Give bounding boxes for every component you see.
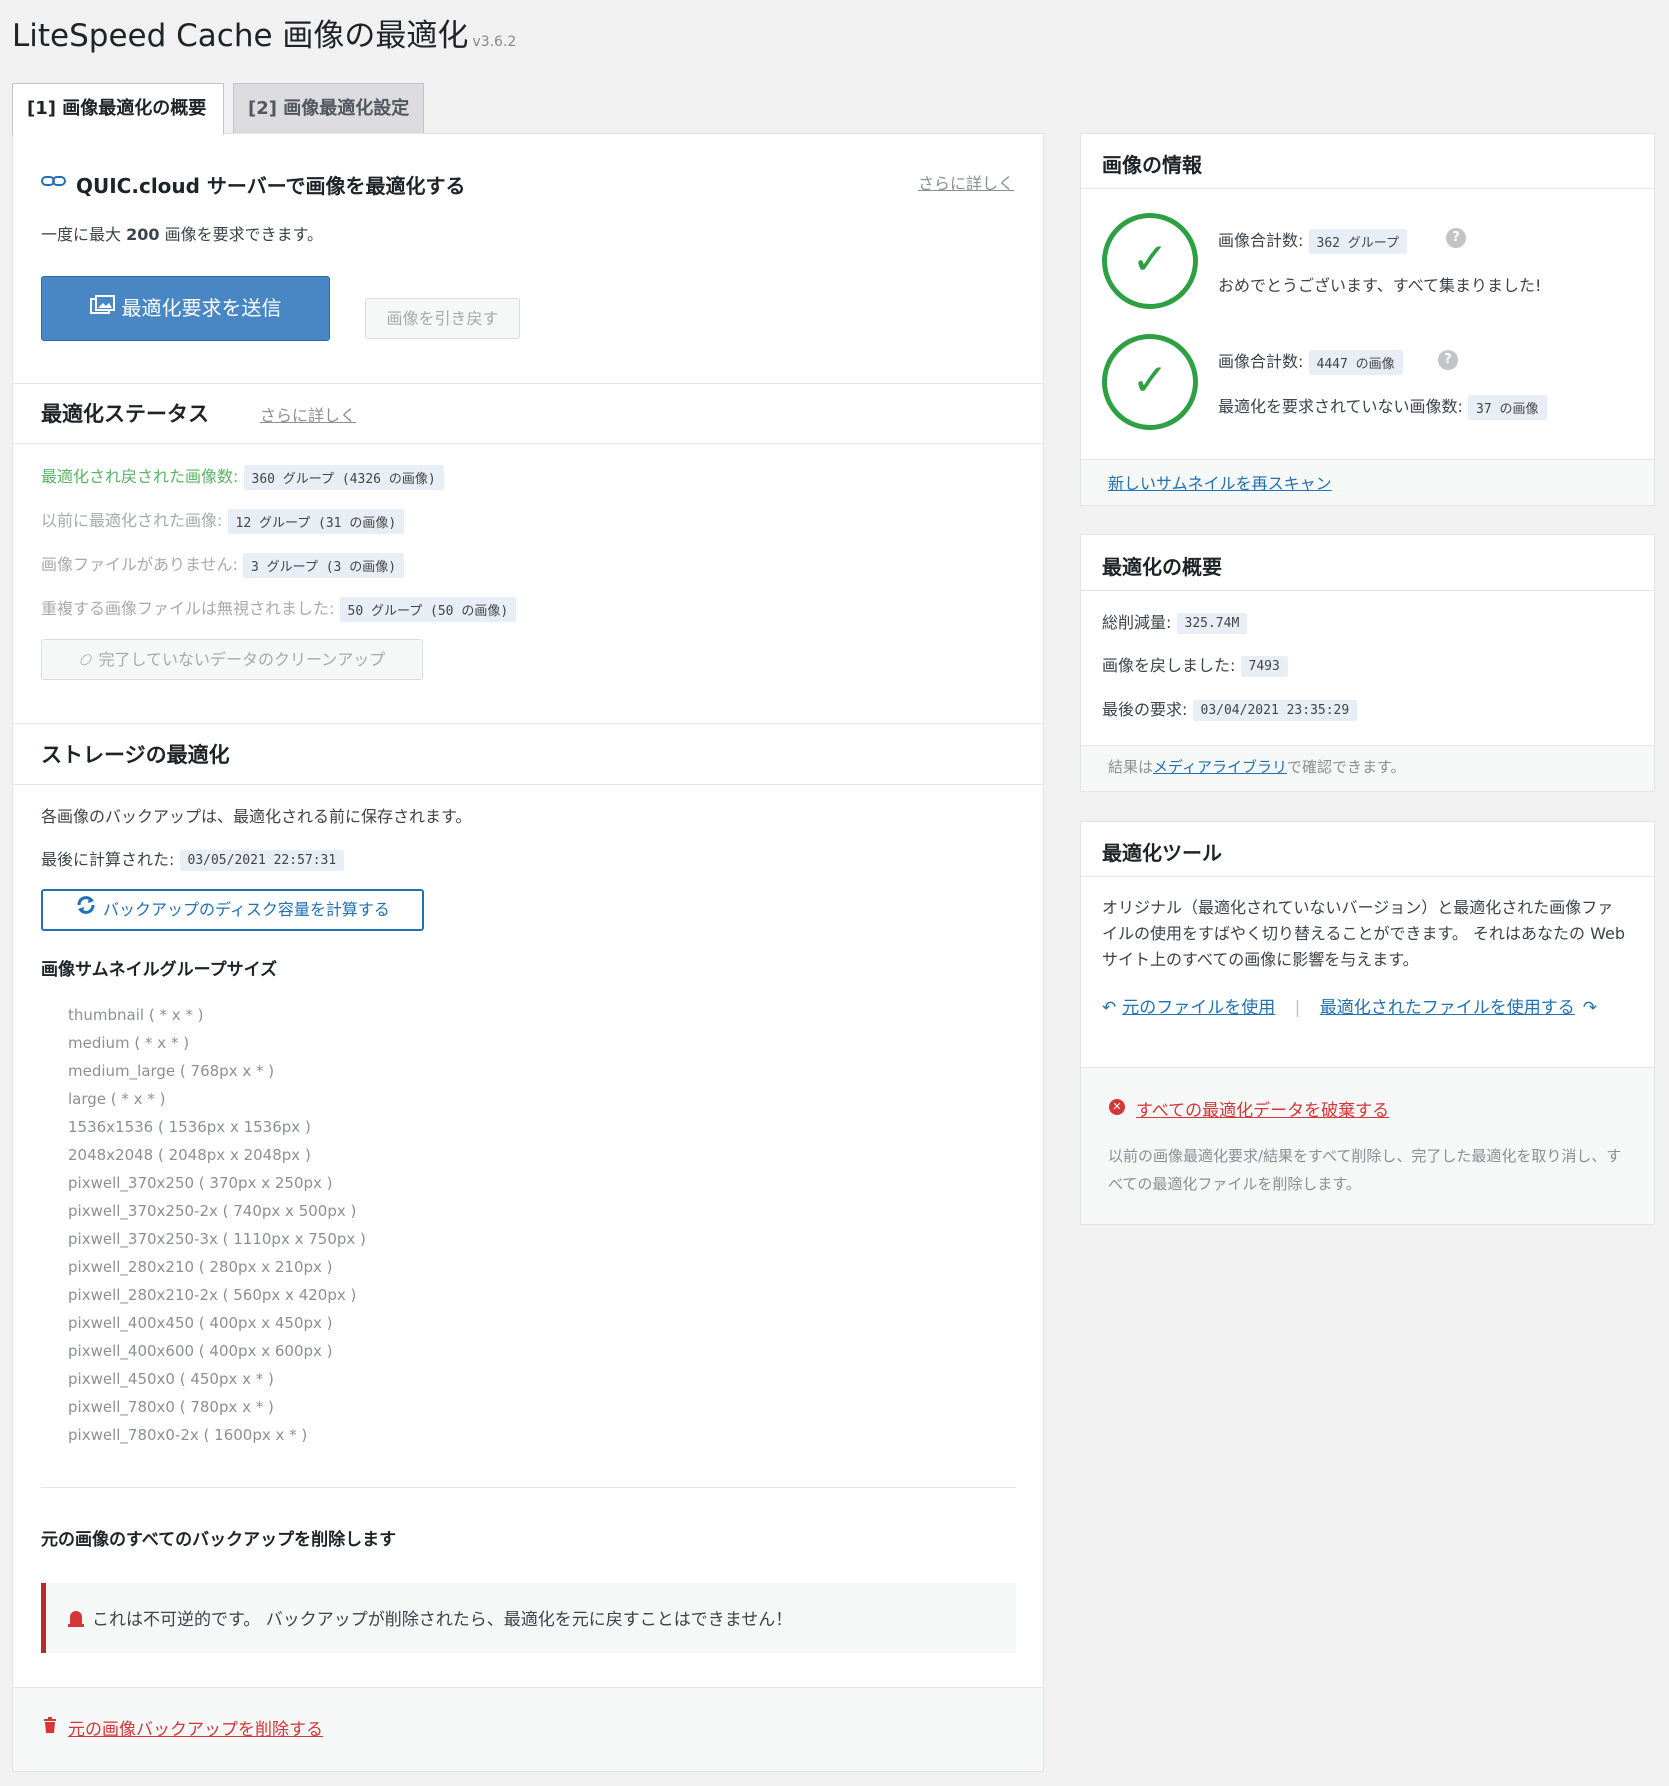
tab-overview[interactable]: [1] 画像最適化の概要: [12, 83, 224, 135]
tab-settings[interactable]: [2] 画像最適化設定: [233, 83, 424, 133]
last-request-value: 03/04/2021 23:35:29: [1192, 700, 1358, 721]
size-item: pixwell_370x250-2x ( 740px x 500px ): [68, 1202, 357, 1220]
check-icon: ✓: [1102, 213, 1198, 309]
summary-footer: 結果はメディアライブラリで確認できます。: [1108, 758, 1406, 776]
status-row-returned: 最適化され戻された画像数: 360 グループ (4326 の画像): [41, 463, 444, 490]
restored-images: 画像を戻しました: 7493: [1102, 652, 1288, 677]
size-item: 2048x2048 ( 2048px x 2048px ): [68, 1146, 311, 1164]
size-item: thumbnail ( * x * ): [68, 1006, 204, 1024]
congrats-text: おめでとうございます、すべて集まりました!: [1218, 276, 1542, 295]
destroy-data-link[interactable]: すべての最適化データを破棄する: [1136, 1096, 1389, 1121]
destroy-icon: ✕: [1109, 1099, 1125, 1115]
status-heading: 最適化ステータス: [41, 402, 209, 426]
version-label: v3.6.2: [472, 34, 517, 50]
total-images: 画像合計数: 4447 の画像: [1218, 348, 1403, 375]
thumbnail-heading: 画像サムネイルグループサイズ: [41, 960, 278, 980]
not-requested-value: 37 の画像: [1468, 395, 1547, 420]
use-original-link[interactable]: 元のファイルを使用: [1122, 998, 1275, 1018]
not-requested: 最適化を要求されていない画像数: 37 の画像: [1218, 393, 1547, 420]
status-learn-more-link[interactable]: さらに詳しく: [260, 402, 356, 426]
rescan-link[interactable]: 新しいサムネイルを再スキャン: [1108, 470, 1332, 494]
cleanup-button[interactable]: ⬭完了していないデータのクリーンアップ: [41, 639, 423, 680]
images-value: 4447 の画像: [1308, 350, 1403, 375]
help-icon[interactable]: ?: [1438, 350, 1458, 370]
size-item: pixwell_780x0-2x ( 1600px x * ): [68, 1426, 308, 1444]
refresh-icon: [75, 892, 97, 930]
size-item: medium_large ( 768px x * ): [68, 1062, 275, 1080]
size-item: pixwell_370x250 ( 370px x 250px ): [68, 1174, 333, 1192]
delete-backups-link[interactable]: 元の画像バックアップを削除する: [68, 1715, 323, 1740]
total-reduction: 総削減量: 325.74M: [1102, 609, 1248, 634]
status-value: 50 グループ (50 の画像): [339, 597, 517, 622]
check-icon: ✓: [1102, 334, 1198, 430]
destroy-description: 以前の画像最適化要求/結果をすべて削除し、完了した最適化を取り消し、すべての最適…: [1108, 1147, 1622, 1193]
tools-links: ↶ 元のファイルを使用 | 最適化されたファイルを使用する ↷: [1102, 993, 1597, 1018]
size-item: pixwell_400x600 ( 400px x 600px ): [68, 1342, 333, 1360]
last-request: 最後の要求: 03/04/2021 23:35:29: [1102, 696, 1358, 721]
reduction-value: 325.74M: [1176, 613, 1248, 634]
storage-description: 各画像のバックアップは、最適化される前に保存されます。: [41, 807, 472, 826]
last-calculated-value: 03/05/2021 22:57:31: [179, 850, 345, 871]
send-request-button[interactable]: 最適化要求を送信: [41, 276, 330, 341]
pull-images-button[interactable]: 画像を引き戻す: [365, 298, 520, 339]
quic-heading: QUIC.cloud サーバーで画像を最適化する: [76, 174, 466, 198]
link-separator: |: [1294, 998, 1301, 1018]
restored-value: 7493: [1240, 656, 1288, 677]
storage-heading: ストレージの最適化: [41, 743, 230, 767]
status-row-missing: 画像ファイルがありません: 3 グループ (3 の画像): [41, 551, 405, 578]
size-item: pixwell_370x250-3x ( 1110px x 750px ): [68, 1230, 366, 1248]
tools-heading: 最適化ツール: [1102, 841, 1222, 865]
size-item: pixwell_280x210 ( 280px x 210px ): [68, 1258, 333, 1276]
total-groups: 画像合計数: 362 グループ: [1218, 227, 1408, 254]
size-item: pixwell_450x0 ( 450px x * ): [68, 1370, 274, 1388]
image-info-heading: 画像の情報: [1102, 153, 1202, 177]
size-item: 1536x1536 ( 1536px x 1536px ): [68, 1118, 311, 1136]
calculate-backup-button[interactable]: バックアップのディスク容量を計算する: [41, 889, 424, 931]
size-item: pixwell_400x450 ( 400px x 450px ): [68, 1314, 333, 1332]
cloud-link-icon: [40, 172, 68, 195]
status-row-previous: 以前に最適化された画像: 12 グループ (31 の画像): [41, 507, 405, 534]
delete-backups-heading: 元の画像のすべてのバックアップを削除します: [41, 1530, 397, 1550]
tools-description: オリジナル（最適化されていないバージョン）と最適化された画像ファイルの使用をすば…: [1102, 898, 1625, 969]
help-icon[interactable]: ?: [1446, 228, 1466, 248]
trash-icon: [43, 1717, 57, 1738]
status-value: 360 グループ (4326 の画像): [243, 465, 444, 490]
redo-icon: ↷: [1582, 998, 1598, 1018]
media-library-link[interactable]: メディアライブラリ: [1153, 758, 1287, 776]
size-item: pixwell_780x0 ( 780px x * ): [68, 1398, 274, 1416]
use-optimized-link[interactable]: 最適化されたファイルを使用する: [1320, 998, 1575, 1018]
size-item: medium ( * x * ): [68, 1034, 190, 1052]
size-item: large ( * x * ): [68, 1090, 166, 1108]
warning-text: これは不可逆的です。 バックアップが削除されたら、最適化を元に戻すことはできませ…: [66, 1605, 792, 1632]
groups-value: 362 グループ: [1308, 229, 1408, 254]
status-value: 3 グループ (3 の画像): [243, 553, 405, 578]
last-calculated: 最後に計算された: 03/05/2021 22:57:31: [41, 846, 345, 871]
undo-icon: ↶: [1102, 998, 1117, 1018]
quic-learn-more-link[interactable]: さらに詳しく: [918, 170, 1014, 194]
status-value: 12 グループ (31 の画像): [227, 509, 405, 534]
quic-description: 一度に最大 200 画像を要求できます。: [41, 225, 324, 244]
image-icon: [89, 279, 116, 341]
status-row-duplicate: 重複する画像ファイルは無視されました: 50 グループ (50 の画像): [41, 595, 517, 622]
send-request-label: 最適化要求を送信: [121, 296, 282, 320]
page-title: LiteSpeed Cache 画像の最適化 v3.6.2: [12, 18, 517, 54]
summary-heading: 最適化の概要: [1102, 555, 1222, 579]
size-item: pixwell_280x210-2x ( 560px x 420px ): [68, 1286, 357, 1304]
alarm-icon: [66, 1609, 86, 1632]
